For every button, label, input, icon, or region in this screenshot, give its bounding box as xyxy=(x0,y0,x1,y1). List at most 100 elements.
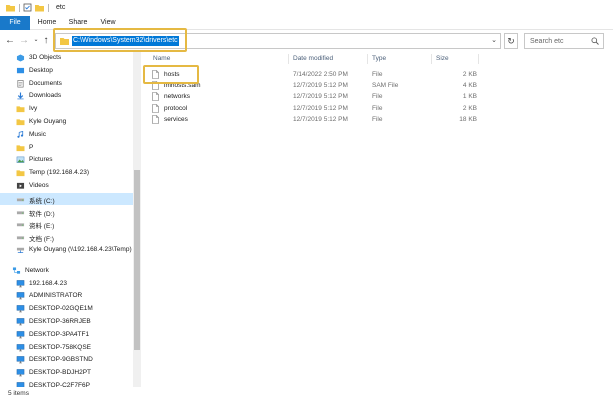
file-size: 18 KB xyxy=(459,115,477,123)
computer-icon xyxy=(16,305,25,313)
desktop-folder-icon xyxy=(16,67,25,74)
file-row-protocol[interactable]: protocol 12/7/2019 5:12 PM File 2 KB xyxy=(150,103,485,114)
nav-item-network[interactable]: Network xyxy=(0,265,133,277)
nav-item-label: 资料 (E:) xyxy=(29,223,55,231)
nav-item-kyle-ouyang-192-168-4-23-temp[interactable]: Kyle Ouyang (\\192.168.4.23\Temp) ( xyxy=(0,244,133,256)
tab-file[interactable]: File xyxy=(0,16,30,30)
documents-icon xyxy=(17,79,24,88)
nav-item-desktop-bdjh2pt[interactable]: DESKTOP-BDJH2PT xyxy=(0,367,133,379)
column-header-type[interactable]: Type xyxy=(372,55,386,62)
pictures-icon xyxy=(16,157,25,164)
navigation-pane[interactable]: 3D Objects Desktop Documents Downloads Ivy Ky… xyxy=(0,52,133,387)
nav-item-label: Temp (192.168.4.23) xyxy=(29,169,89,177)
nav-item-videos[interactable]: Videos xyxy=(0,180,133,192)
file-size: 2 KB xyxy=(462,104,477,112)
file-date: 12/7/2019 5:12 PM xyxy=(293,104,348,112)
computer-icon xyxy=(16,318,25,326)
scrollbar-thumb[interactable] xyxy=(134,170,140,350)
nav-item-label: Documents xyxy=(29,79,62,87)
column-separator xyxy=(288,54,289,64)
folder-icon xyxy=(16,144,25,151)
column-separator xyxy=(478,54,479,64)
nav-item-label: Videos xyxy=(29,182,49,189)
column-header-size[interactable]: Size xyxy=(436,55,449,62)
file-name: services xyxy=(164,115,188,123)
nav-item-3d-objects[interactable]: 3D Objects xyxy=(0,52,133,64)
nav-item-desktop-3pa4tf1[interactable]: DESKTOP-3PA4TF1 xyxy=(0,329,133,341)
nav-item-192-168-4-23[interactable]: 192.168.4.23 xyxy=(0,278,133,290)
nav-item-label: Ivy xyxy=(29,105,38,113)
nav-item-administrator[interactable]: ADMINISTRATOR xyxy=(0,290,133,302)
nav-item-e[interactable]: 资料 (E:) xyxy=(0,218,133,230)
folder-icon xyxy=(16,106,25,113)
file-row-services[interactable]: services 12/7/2019 5:12 PM File 18 KB xyxy=(150,114,485,125)
nav-item-label: DESKTOP-BDJH2PT xyxy=(29,369,92,377)
nav-item-desktop-02gqe1m[interactable]: DESKTOP-02GQE1M xyxy=(0,303,133,315)
drive-icon xyxy=(16,197,25,202)
nav-item-pictures[interactable]: Pictures xyxy=(0,154,133,166)
file-date: 12/7/2019 5:12 PM xyxy=(293,93,348,101)
up-arrow-icon[interactable]: ↑ xyxy=(40,34,52,47)
file-row-networks[interactable]: networks 12/7/2019 5:12 PM File 1 KB xyxy=(150,91,485,102)
address-dropdown-chevron-icon[interactable]: ⌄ xyxy=(491,36,497,44)
nav-item-desktop-36rrjeb[interactable]: DESKTOP-36RRJEB xyxy=(0,316,133,328)
nav-item-c[interactable]: 系统 (C:) xyxy=(0,192,133,205)
refresh-icon[interactable]: ↻ xyxy=(504,33,518,49)
navigation-scrollbar[interactable] xyxy=(133,52,141,387)
column-header-name[interactable]: Name xyxy=(153,55,170,62)
search-placeholder: Search etc xyxy=(530,38,564,45)
folder-icon xyxy=(16,119,25,126)
drive-icon xyxy=(16,223,25,227)
nav-item-music[interactable]: Music xyxy=(0,129,133,141)
file-name: networks xyxy=(164,93,191,101)
computer-icon xyxy=(16,331,25,339)
file-size: 4 KB xyxy=(462,82,477,90)
column-header-date[interactable]: Date modified xyxy=(293,55,333,62)
file-date: 12/7/2019 5:12 PM xyxy=(293,115,348,123)
back-arrow-icon[interactable]: ← xyxy=(4,34,16,47)
search-input[interactable]: Search etc xyxy=(524,33,604,49)
3d-objects-icon xyxy=(16,54,25,62)
file-type: File xyxy=(372,93,383,101)
nav-item-d[interactable]: 软件 (D:) xyxy=(0,206,133,218)
forward-arrow-icon[interactable]: → xyxy=(18,34,30,47)
new-folder-icon[interactable] xyxy=(35,3,44,12)
computer-icon xyxy=(16,356,25,364)
nav-item-desktop-c2f7f6p[interactable]: DESKTOP-C2F7F6P xyxy=(0,380,133,387)
nav-item-desktop[interactable]: Desktop xyxy=(0,65,133,77)
file-icon xyxy=(152,103,159,113)
nav-item-documents[interactable]: Documents xyxy=(0,78,133,90)
file-list: Name Date modified Type Size hosts 7/14/2… xyxy=(142,52,613,387)
music-icon xyxy=(17,130,24,138)
nav-item-ivy[interactable]: Ivy xyxy=(0,103,133,115)
search-icon xyxy=(591,37,599,45)
nav-item-label: Kyle Ouyang xyxy=(29,118,67,125)
nav-item-f[interactable]: 文档 (F:) xyxy=(0,231,133,243)
file-row-lmhosts-sam[interactable]: lmhosts.sam 12/7/2019 5:12 PM SAM File 4 KB xyxy=(150,80,485,91)
nav-item-label: DESKTOP-9GBSTND xyxy=(29,356,93,364)
nav-item-label: DESKTOP-36RRJEB xyxy=(29,318,91,325)
nav-item-label: Kyle Ouyang (\\192.168.4.23\Temp) ( xyxy=(29,246,133,253)
hosts-highlight-box xyxy=(143,65,199,84)
nav-item-desktop-9gbstnd[interactable]: DESKTOP-9GBSTND xyxy=(0,354,133,366)
downloads-icon xyxy=(17,92,24,100)
file-row-hosts[interactable]: hosts 7/14/2022 2:50 PM File 2 KB xyxy=(150,69,485,80)
drive-icon xyxy=(16,236,25,240)
nav-item-downloads[interactable]: Downloads xyxy=(0,90,133,102)
nav-item-label: 3D Objects xyxy=(29,54,62,61)
nav-item-label: Network xyxy=(25,266,49,274)
nav-item-temp-192-168-4-23[interactable]: Temp (192.168.4.23) xyxy=(0,167,133,179)
computer-icon xyxy=(16,279,25,287)
title-separator xyxy=(19,4,20,12)
nav-item-desktop-758kqse[interactable]: DESKTOP-758KQSE xyxy=(0,342,133,354)
nav-item-label: 192.168.4.23 xyxy=(29,279,67,287)
nav-item-p[interactable]: P xyxy=(0,142,133,154)
nav-item-label: 文档 (F:) xyxy=(29,236,54,244)
nav-item-label: Music xyxy=(29,130,46,138)
file-icon xyxy=(152,114,159,124)
drive-icon xyxy=(16,210,25,214)
nav-item-kyle-ouyang[interactable]: Kyle Ouyang xyxy=(0,116,133,128)
nav-item-label: DESKTOP-02GQE1M xyxy=(29,305,93,313)
column-separator xyxy=(431,54,432,64)
properties-icon[interactable] xyxy=(23,3,32,12)
